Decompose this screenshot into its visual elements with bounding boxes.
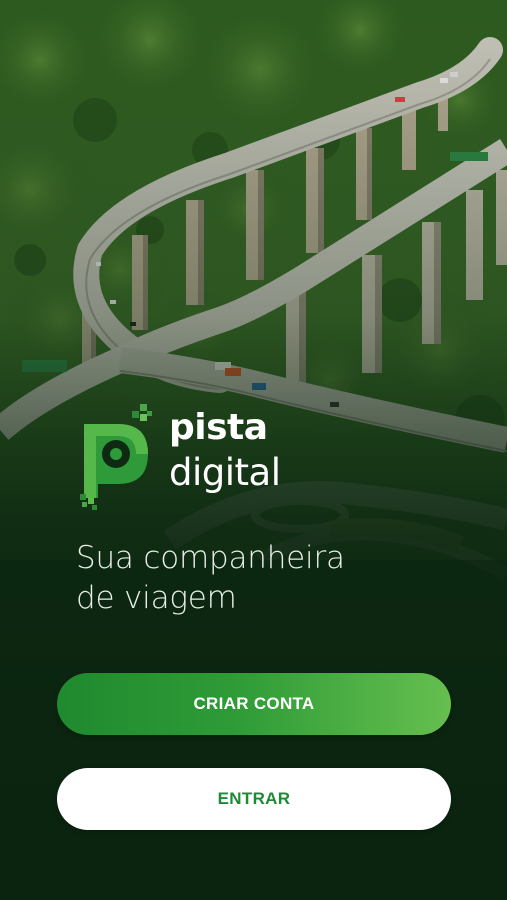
login-button[interactable]: ENTRAR	[57, 768, 451, 830]
create-account-button[interactable]: CRIAR CONTA	[57, 673, 451, 735]
tagline-line2: de viagem	[76, 580, 237, 616]
brand-name-line1: pista	[169, 407, 268, 448]
brand-name-line2: digital	[169, 451, 281, 494]
brand-logo: pista digital	[76, 402, 316, 512]
tagline: Sua companheira de viagem	[76, 538, 456, 618]
pista-digital-logo-icon	[76, 402, 158, 512]
tagline-line1: Sua companheira	[76, 540, 345, 576]
